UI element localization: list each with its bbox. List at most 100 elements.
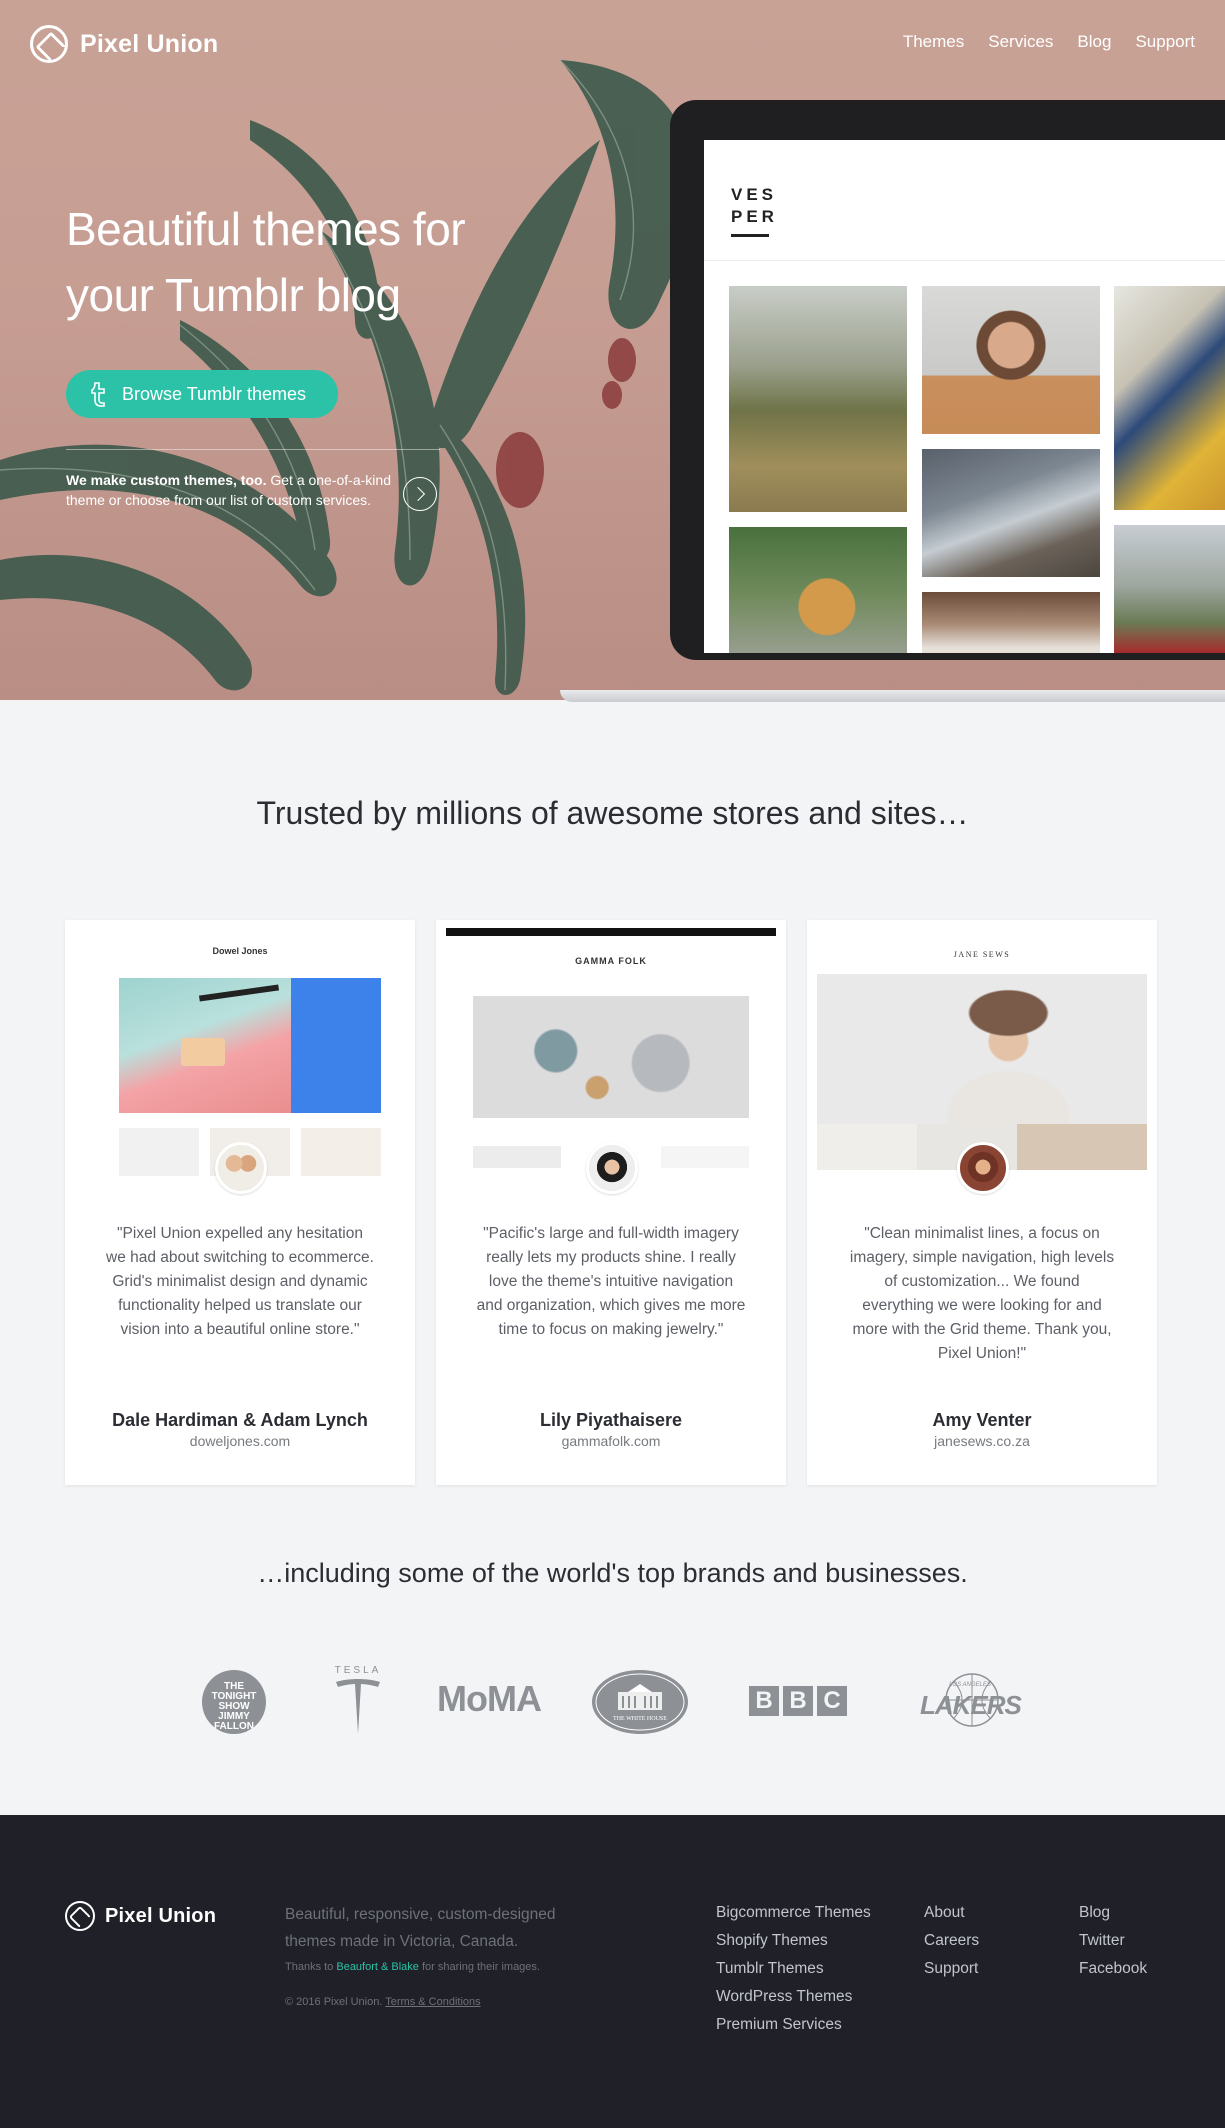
shot-hero-image [119,978,291,1113]
nav-support[interactable]: Support [1135,32,1195,52]
testimonial-name: Dale Hardiman & Adam Lynch [112,1410,368,1430]
testimonial-site[interactable]: janesews.co.za [807,1433,1157,1449]
thanks-suffix: for sharing their images. [418,1961,540,1973]
shot-logo: Dowel Jones [212,946,268,956]
trusted-title: Trusted by millions of awesome stores an… [256,795,969,831]
footer-link-blog[interactable]: Blog [1079,1899,1147,1927]
hero: Pixel Union Themes Services Blog Support… [0,0,1225,700]
photo-car-interior [922,592,1100,653]
shot-thumb-3 [301,1128,381,1176]
bbc-block-c: C [817,1686,847,1716]
footer-logo[interactable]: Pixel Union [65,1901,216,1931]
shot-thumb-1 [119,1128,199,1176]
footer-copyright: © 2016 Pixel Union. Terms & Conditions [285,1996,481,2008]
tumblr-icon [91,382,105,407]
white-house-logo: THE WHITE HOUSE [592,1670,688,1734]
header-brand-name: Pixel Union [80,29,219,58]
laptop-base [560,690,1225,702]
hero-title: Beautiful themes for your Tumblr blog [66,203,466,321]
shot-logo: GAMMA FOLK [575,956,647,966]
screen-divider [704,260,1225,261]
photo-hiker-landscape [1114,525,1225,653]
vesper-underline [731,234,769,237]
tesla-logo: TESLA [328,1665,388,1745]
browse-button-label: Browse Tumblr themes [122,383,307,404]
nav-themes[interactable]: Themes [903,32,964,52]
footer-themes-column: Bigcommerce Themes Shopify Themes Tumblr… [716,1899,871,2039]
moma-logo: MoMA [437,1678,542,1719]
footer-thanks: Thanks to Beaufort & Blake for sharing t… [285,1961,540,1973]
vesper-logo: VES PER [731,184,778,228]
arrow-right-circle-icon[interactable] [403,477,437,511]
testimonial-site[interactable]: doweljones.com [65,1433,415,1449]
white-house-text: THE WHITE HOUSE [613,1716,667,1722]
testimonial-quote: "Pixel Union expelled any hesitation we … [106,1225,374,1338]
pixel-union-logo-icon [30,25,68,63]
photo-mountain-river [922,449,1100,577]
testimonial-quote: "Pacific's large and full-width imagery … [476,1225,746,1338]
testimonial-card[interactable]: Dowel Jones "Pixel Union expelled any he… [65,920,415,1485]
shot-thumb-1 [817,1124,917,1170]
vesper-logo-line2: PER [731,207,778,226]
header-logo[interactable]: Pixel Union [30,25,218,63]
shot-blue-panel [291,978,381,1113]
shot-thumb-2 [661,1146,749,1168]
pixel-union-logo-icon [65,1901,95,1931]
footer-link-shopify[interactable]: Shopify Themes [716,1927,871,1955]
avatar [586,1142,638,1194]
shot-logo: JANE SEWS [953,950,1011,959]
shot-jewelry-image [473,996,749,1118]
footer-link-twitter[interactable]: Twitter [1079,1927,1147,1955]
photo-forest-field [729,286,907,512]
nav-services[interactable]: Services [988,32,1053,52]
footer-link-premium-services[interactable]: Premium Services [716,2011,871,2039]
lakers-logo: LOS ANGELES LAKERS [920,1668,1022,1732]
photo-van-window [1114,286,1225,510]
laptop-mockup: VES PER [670,100,1225,660]
tonight-show-logo: THE TONIGHT SHOW JIMMY FALLON [202,1670,266,1734]
testimonial-card[interactable]: GAMMA FOLK "Pacific's large and full-wid… [436,920,786,1485]
white-house-icon [595,1673,685,1731]
bbc-block-b1: B [749,1686,779,1716]
testimonial-name: Amy Venter [932,1410,1032,1430]
page: Pixel Union Themes Services Blog Support… [0,0,1225,2128]
copyright-text: © 2016 Pixel Union. [285,1996,386,2008]
avatar [215,1142,267,1194]
footer-link-tumblr[interactable]: Tumblr Themes [716,1955,871,1983]
hero-note-bold: We make custom themes, too. [66,472,267,488]
footer-link-about[interactable]: About [924,1899,979,1927]
shot-thumb-1 [473,1146,561,1168]
shot-thumb-3 [1017,1124,1147,1170]
shot-topbar [446,928,776,936]
hero-divider [66,449,440,450]
testimonial-name: Lily Piyathaisere [539,1410,683,1430]
tesla-wordmark: TESLA [334,1665,382,1676]
laptop-screen: VES PER [704,140,1225,653]
thanks-prefix: Thanks to [285,1961,337,1973]
footer-company-column: About Careers Support [924,1899,979,1983]
shot-hat-image [817,974,1147,1124]
brands-title: …including some of the world's top brand… [257,1558,968,1588]
footer-link-facebook[interactable]: Facebook [1079,1955,1147,1983]
avatar [957,1142,1009,1194]
footer-link-careers[interactable]: Careers [924,1927,979,1955]
main-nav: Themes Services Blog Support [903,32,1195,52]
testimonial-site[interactable]: gammafolk.com [436,1433,786,1449]
photo-woman-portrait [922,286,1100,434]
lakers-city: LOS ANGELES [949,1682,991,1688]
testimonial-card[interactable]: JANE SEWS "Clean minimalist lines, a foc… [807,920,1157,1485]
terms-link[interactable]: Terms & Conditions [385,1996,480,2008]
beaufort-blake-link[interactable]: Beaufort & Blake [336,1961,419,1973]
browse-tumblr-themes-button[interactable]: Browse Tumblr themes [66,370,338,418]
vesper-logo-line1: VES [731,185,778,204]
nav-blog[interactable]: Blog [1077,32,1111,52]
tesla-t-icon [336,1679,380,1734]
footer-link-wordpress[interactable]: WordPress Themes [716,1983,871,2011]
footer: Pixel Union Beautiful, responsive, custo… [0,1815,1225,2128]
footer-brand-name: Pixel Union [105,1904,217,1927]
bbc-logo: B B C [749,1686,847,1716]
photo-girl-garden [729,527,907,653]
footer-link-support[interactable]: Support [924,1955,979,1983]
hero-custom-note: We make custom themes, too. Get a one-of… [66,470,396,510]
footer-link-bigcommerce[interactable]: Bigcommerce Themes [716,1899,871,1927]
